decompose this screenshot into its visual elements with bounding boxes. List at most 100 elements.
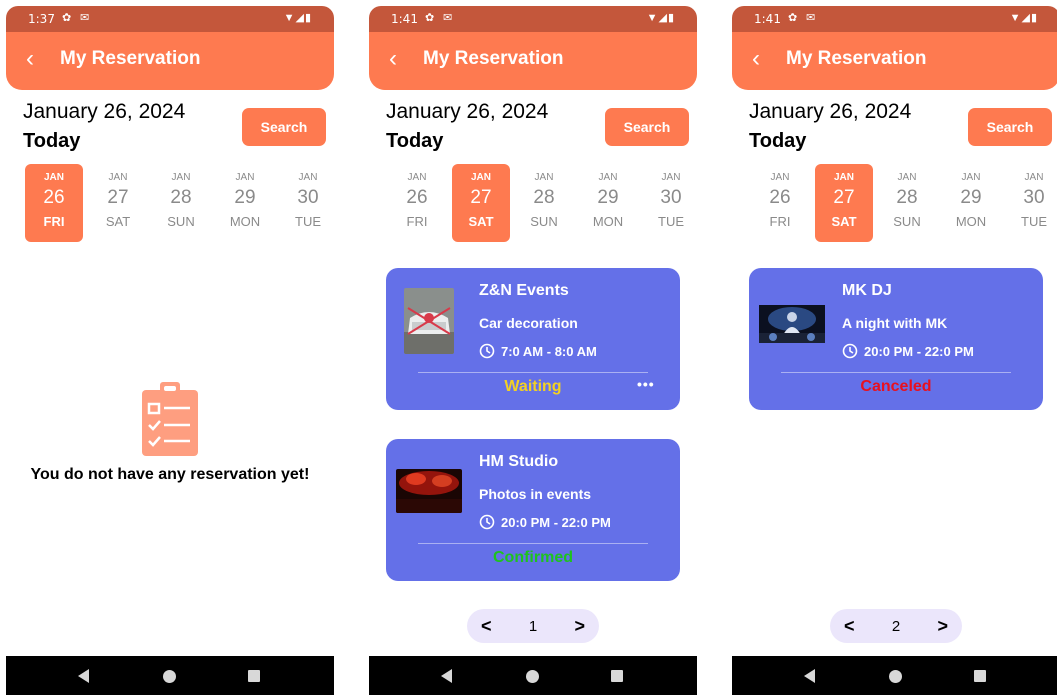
chevron-right-icon[interactable]: > (937, 616, 948, 637)
divider (781, 372, 1011, 373)
dj-image (759, 305, 825, 343)
pagination: < 2 > (830, 609, 962, 643)
time-text: 20:0 PM - 22:0 PM (501, 514, 611, 530)
page-title: My Reservation (786, 48, 927, 69)
day-item[interactable]: JAN 27 SAT (89, 164, 147, 242)
status-bar: 1:41 ✿ ✉ ▼◢▮ (732, 6, 1057, 32)
today-label: Today (386, 130, 444, 152)
day-item[interactable]: JAN 29 MON (942, 164, 1000, 242)
date-title: January 26, 2024 (386, 100, 549, 123)
search-button[interactable]: Search (968, 108, 1052, 146)
day-item[interactable]: JAN 27 SAT (452, 164, 510, 242)
reservation-card[interactable]: Z&N Events Car decoration 7:0 AM - 8:0 A… (386, 268, 680, 410)
app-bar: ‹ My Reservation (369, 32, 697, 90)
search-button[interactable]: Search (605, 108, 689, 146)
system-nav-bar (6, 656, 334, 695)
reservation-card[interactable]: HM Studio Photos in events 20:0 PM - 22:… (386, 439, 680, 581)
day-item[interactable]: JAN 26 FRI (25, 164, 83, 242)
mail-icon: ✉ (443, 12, 453, 24)
system-nav-bar (732, 656, 1057, 695)
chevron-left-icon[interactable]: < (844, 616, 855, 637)
settings-icon: ✿ (425, 12, 435, 24)
day-item[interactable]: JAN 30 TUE (642, 164, 697, 242)
time-row: 20:0 PM - 22:0 PM (479, 514, 611, 530)
vendor-name: MK DJ (842, 282, 892, 299)
page-number: 1 (528, 617, 538, 635)
search-button[interactable]: Search (242, 108, 326, 146)
nav-home-icon[interactable] (526, 670, 539, 683)
page-number: 2 (891, 617, 901, 635)
status-bar: 1:41 ✿ ✉ ▼◢▮ (369, 6, 697, 32)
back-icon[interactable]: ‹ (26, 45, 34, 73)
time-row: 20:0 PM - 22:0 PM (842, 343, 974, 359)
time-text: 20:0 PM - 22:0 PM (864, 343, 974, 359)
day-item[interactable]: JAN 28 SUN (152, 164, 210, 242)
nav-recents-icon[interactable] (974, 670, 986, 682)
reservation-card[interactable]: MK DJ A night with MK 20:0 PM - 22:0 PM … (749, 268, 1043, 410)
clipboard-list-icon (142, 382, 198, 456)
app-bar: ‹ My Reservation (732, 32, 1057, 90)
nav-home-icon[interactable] (163, 670, 176, 683)
status-time: 1:41 (391, 12, 418, 26)
day-item[interactable]: JAN 26 FRI (751, 164, 809, 242)
clock-icon (479, 343, 495, 359)
status-label: Waiting (504, 378, 562, 395)
page-title: My Reservation (423, 48, 564, 69)
day-item[interactable]: JAN 28 SUN (515, 164, 573, 242)
date-title: January 26, 2024 (749, 100, 912, 123)
more-options-icon[interactable]: ••• (637, 376, 655, 392)
signal-battery-icon: ▼◢▮ (646, 12, 675, 24)
service-name: Car decoration (479, 315, 578, 331)
screen-empty: 1:37 ✿ ✉ ▼◢▮ ‹ My Reservation January 26… (6, 6, 334, 695)
mail-icon: ✉ (806, 12, 816, 24)
vendor-name: HM Studio (479, 453, 559, 470)
divider (418, 372, 648, 373)
day-item[interactable]: JAN 27 SAT (815, 164, 873, 242)
day-item[interactable]: JAN 28 SUN (878, 164, 936, 242)
app-bar: ‹ My Reservation (6, 32, 334, 90)
pagination: < 1 > (467, 609, 599, 643)
divider (418, 543, 648, 544)
chevron-right-icon[interactable]: > (574, 616, 585, 637)
day-item[interactable]: JAN 30 TUE (1005, 164, 1057, 242)
back-icon[interactable]: ‹ (389, 45, 397, 73)
nav-recents-icon[interactable] (248, 670, 260, 682)
status-label: Confirmed (493, 549, 573, 566)
day-item[interactable]: JAN 29 MON (216, 164, 274, 242)
page-title: My Reservation (60, 48, 201, 69)
status-time: 1:41 (754, 12, 781, 26)
chevron-left-icon[interactable]: < (481, 616, 492, 637)
nav-back-icon[interactable] (804, 669, 815, 683)
vendor-name: Z&N Events (479, 282, 569, 299)
status-time: 1:37 (28, 12, 55, 26)
nav-recents-icon[interactable] (611, 670, 623, 682)
screen-page-1: 1:41 ✿ ✉ ▼◢▮ ‹ My Reservation January 26… (369, 6, 697, 695)
mail-icon: ✉ (80, 12, 90, 24)
car-decoration-image (404, 288, 454, 354)
signal-battery-icon: ▼◢▮ (283, 12, 312, 24)
clock-icon (479, 514, 495, 530)
signal-battery-icon: ▼◢▮ (1009, 12, 1038, 24)
today-label: Today (749, 130, 807, 152)
day-item[interactable]: JAN 29 MON (579, 164, 637, 242)
time-text: 7:0 AM - 8:0 AM (501, 343, 597, 359)
service-name: Photos in events (479, 486, 592, 502)
status-bar: 1:37 ✿ ✉ ▼◢▮ (6, 6, 334, 32)
empty-message: You do not have any reservation yet! (30, 466, 310, 483)
today-label: Today (23, 130, 81, 152)
date-title: January 26, 2024 (23, 100, 186, 123)
nav-back-icon[interactable] (441, 669, 452, 683)
screen-page-2: 1:41 ✿ ✉ ▼◢▮ ‹ My Reservation January 26… (732, 6, 1057, 695)
status-label: Canceled (860, 378, 932, 395)
nav-back-icon[interactable] (78, 669, 89, 683)
time-row: 7:0 AM - 8:0 AM (479, 343, 597, 359)
day-item[interactable]: JAN 30 TUE (279, 164, 334, 242)
clock-icon (842, 343, 858, 359)
system-nav-bar (369, 656, 697, 695)
nav-home-icon[interactable] (889, 670, 902, 683)
settings-icon: ✿ (62, 12, 72, 24)
concert-image (396, 469, 462, 513)
settings-icon: ✿ (788, 12, 798, 24)
back-icon[interactable]: ‹ (752, 45, 760, 73)
day-item[interactable]: JAN 26 FRI (388, 164, 446, 242)
